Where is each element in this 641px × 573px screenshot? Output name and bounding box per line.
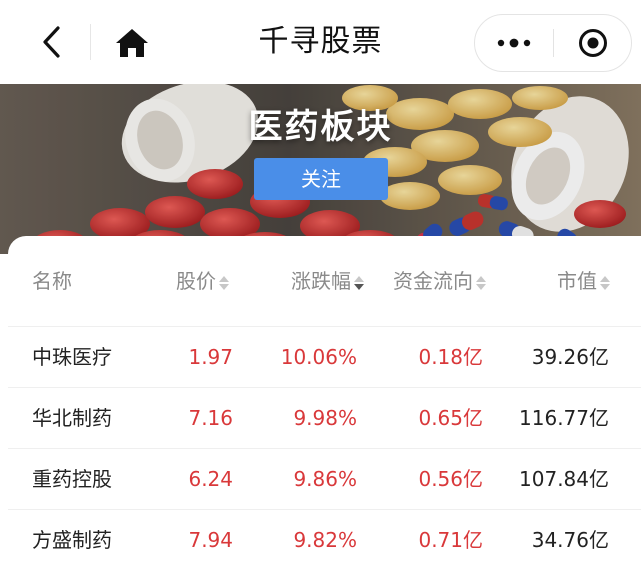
header-cap-sort[interactable]: 市值 — [557, 258, 610, 304]
sort-icon — [476, 274, 486, 292]
header-flow-sort[interactable]: 资金流向 — [393, 258, 486, 304]
stock-change: 9.86% — [293, 467, 357, 491]
home-icon — [116, 29, 148, 57]
back-button[interactable] — [30, 18, 74, 66]
table-row[interactable]: 中珠医疗 1.97 10.06% 0.18亿 39.26亿 — [8, 326, 641, 386]
chevron-left-icon — [43, 26, 60, 58]
stock-change: 9.98% — [293, 406, 357, 430]
stock-price: 1.97 — [188, 345, 233, 369]
stock-name: 方盛制药 — [32, 528, 112, 552]
sort-icon — [219, 274, 229, 292]
stock-change: 10.06% — [280, 345, 357, 369]
sector-banner: 医药板块 关注 — [0, 84, 641, 254]
home-button[interactable] — [108, 20, 156, 66]
page-title: 千寻股票 — [258, 24, 383, 59]
mini-program-capsule — [474, 14, 632, 72]
sector-title: 医药板块 — [248, 107, 393, 147]
stock-change: 9.82% — [293, 528, 357, 552]
stock-price: 6.24 — [188, 467, 233, 491]
more-button[interactable] — [475, 15, 553, 71]
stock-market-cap: 39.26亿 — [531, 345, 609, 369]
stock-market-cap: 116.77亿 — [519, 406, 609, 430]
table-header: 名称 股价 涨跌幅 资金流向 市值 — [8, 258, 641, 304]
stock-capital-flow: 0.65亿 — [418, 406, 483, 430]
stock-name: 重药控股 — [32, 467, 112, 491]
table-row[interactable]: 重药控股 6.24 9.86% 0.56亿 107.84亿 — [8, 448, 641, 508]
stock-name: 华北制药 — [32, 406, 112, 430]
sort-icon — [600, 274, 610, 292]
stock-name: 中珠医疗 — [32, 345, 112, 369]
header-flow-label: 资金流向 — [393, 269, 473, 293]
header-change-label: 涨跌幅 — [291, 269, 351, 293]
table-row[interactable]: 方盛制药 7.94 9.82% 0.71亿 34.76亿 — [8, 509, 641, 569]
sort-desc-active-icon — [354, 274, 364, 292]
header-price-label: 股价 — [176, 269, 216, 293]
stock-capital-flow: 0.56亿 — [418, 467, 483, 491]
target-close-icon — [579, 29, 607, 57]
more-dots-icon — [497, 38, 531, 48]
nav-divider — [90, 24, 91, 60]
stock-price: 7.94 — [188, 528, 233, 552]
stock-price: 7.16 — [188, 406, 233, 430]
header-change-sort[interactable]: 涨跌幅 — [291, 258, 364, 304]
stock-market-cap: 107.84亿 — [519, 467, 609, 491]
header-price-sort[interactable]: 股价 — [176, 258, 229, 304]
close-miniprogram-button[interactable] — [554, 15, 632, 71]
header-cap-label: 市值 — [557, 269, 597, 293]
header-name: 名称 — [32, 269, 72, 293]
stock-capital-flow: 0.18亿 — [418, 345, 483, 369]
stock-list-card: 名称 股价 涨跌幅 资金流向 市值 中珠医疗 1.97 10.06% 0.18亿… — [8, 236, 641, 573]
table-row[interactable]: 华北制药 7.16 9.98% 0.65亿 116.77亿 — [8, 387, 641, 447]
stock-market-cap: 34.76亿 — [531, 528, 609, 552]
navigation-bar: 千寻股票 — [0, 0, 641, 84]
stock-capital-flow: 0.71亿 — [418, 528, 483, 552]
follow-button[interactable]: 关注 — [254, 158, 388, 200]
